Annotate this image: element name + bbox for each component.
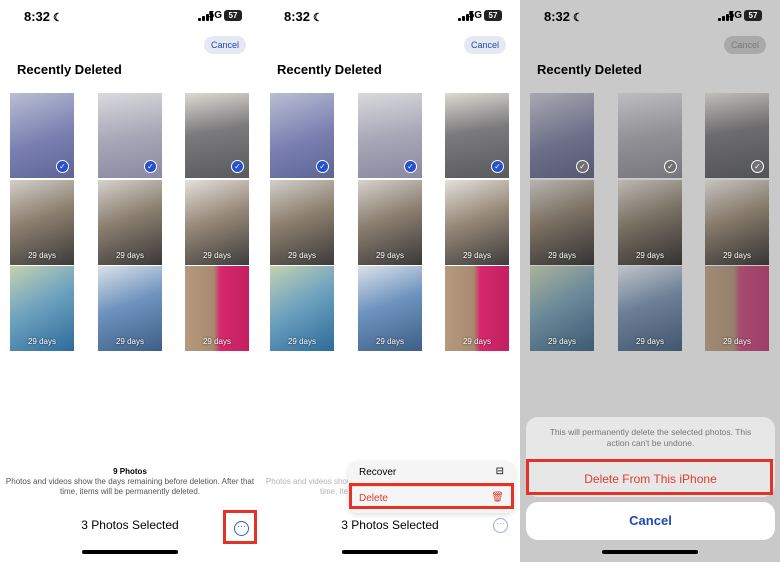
days-remaining-label: 29 days xyxy=(547,251,577,260)
selection-count: 3 Photos Selected xyxy=(81,518,179,532)
days-remaining-label: 29 days xyxy=(462,337,492,346)
checkmark-icon: ✓ xyxy=(56,160,69,173)
page-title: Recently Deleted xyxy=(277,62,382,77)
photo-thumbnail[interactable]: 29 days xyxy=(618,180,682,265)
moon-icon: ☾ xyxy=(53,12,63,24)
checkmark-icon: ✓ xyxy=(491,160,504,173)
action-sheet-message: This will permanently delete the selecte… xyxy=(549,427,752,448)
photo-thumbnail[interactable]: 29 days xyxy=(445,180,509,265)
days-remaining-label: 29 days xyxy=(635,337,665,346)
panel-select-photos: 8:32 ☾ 5G 57 Cancel Recently Deleted ✓ ✓ … xyxy=(0,0,260,562)
days-remaining-label: 29 days xyxy=(202,251,232,260)
photo-thumbnail[interactable]: ✓ xyxy=(10,93,74,178)
days-remaining-label: 29 days xyxy=(115,251,145,260)
photo-thumbnail[interactable]: ✓ xyxy=(445,93,509,178)
more-options-icon[interactable]: ··· xyxy=(234,521,249,536)
checkmark-icon: ✓ xyxy=(316,160,329,173)
days-remaining-label: 29 days xyxy=(462,251,492,260)
photo-thumbnail[interactable]: ✓ xyxy=(530,93,594,178)
moon-icon: ☾ xyxy=(573,12,583,24)
checkmark-icon: ✓ xyxy=(404,160,417,173)
status-bar: 8:32 ☾ 5G 57 xyxy=(0,0,260,34)
home-indicator xyxy=(602,550,698,554)
photo-thumbnail[interactable]: ✓ xyxy=(185,93,249,178)
photo-thumbnail[interactable]: 29 days xyxy=(530,180,594,265)
photo-thumbnail[interactable]: 29 days xyxy=(358,180,422,265)
deleted-info: 9 Photos Photos and videos show the days… xyxy=(0,467,260,497)
days-remaining-label: 29 days xyxy=(375,251,405,260)
battery-icon: 57 xyxy=(224,10,242,21)
days-remaining-label: 29 days xyxy=(547,337,577,346)
action-sheet-cancel-button[interactable]: Cancel xyxy=(526,502,775,540)
status-bar: 8:32 ☾ 5G 57 xyxy=(520,0,780,34)
delete-highlight xyxy=(349,483,514,509)
panel-confirm-delete: 8:32 ☾ 5G 57 Cancel Recently Deleted ✓ ✓ … xyxy=(520,0,780,562)
selection-count: 3 Photos Selected xyxy=(341,518,439,532)
days-remaining-label: 29 days xyxy=(27,251,57,260)
photo-count: 9 Photos xyxy=(113,467,147,476)
photo-thumbnail[interactable]: 29 days xyxy=(530,266,594,351)
battery-icon: 57 xyxy=(744,10,762,21)
photo-thumbnail[interactable]: ✓ xyxy=(98,93,162,178)
checkmark-icon: ✓ xyxy=(231,160,244,173)
photo-thumbnail[interactable]: ✓ xyxy=(270,93,334,178)
page-title: Recently Deleted xyxy=(17,62,122,77)
more-button-highlight: ··· xyxy=(223,510,257,544)
days-remaining-label: 29 days xyxy=(27,337,57,346)
photo-thumbnail[interactable]: ✓ xyxy=(705,93,769,178)
days-remaining-label: 29 days xyxy=(635,251,665,260)
menu-item-label: Recover xyxy=(359,467,397,478)
more-options-icon[interactable]: ··· xyxy=(493,518,508,533)
photo-thumbnail[interactable]: 29 days xyxy=(705,266,769,351)
checkmark-icon: ✓ xyxy=(576,160,589,173)
photo-thumbnail[interactable]: 29 days xyxy=(270,180,334,265)
cancel-button[interactable]: Cancel xyxy=(724,36,766,54)
page-title: Recently Deleted xyxy=(537,62,642,77)
photo-thumbnail[interactable]: 29 days xyxy=(10,266,74,351)
photo-thumbnail[interactable]: 29 days xyxy=(705,180,769,265)
cancel-button[interactable]: Cancel xyxy=(204,36,246,54)
days-remaining-label: 29 days xyxy=(287,251,317,260)
photo-thumbnail[interactable]: ✓ xyxy=(618,93,682,178)
checkmark-icon: ✓ xyxy=(751,160,764,173)
photo-thumbnail[interactable]: ✓ xyxy=(358,93,422,178)
home-indicator xyxy=(82,550,178,554)
photo-thumbnail[interactable]: 29 days xyxy=(358,266,422,351)
photo-thumbnail[interactable]: 29 days xyxy=(270,266,334,351)
checkmark-icon: ✓ xyxy=(664,160,677,173)
panel-more-menu: 8:32 ☾ 5G 57 Cancel Recently Deleted ✓ ✓ … xyxy=(260,0,520,562)
days-remaining-label: 29 days xyxy=(287,337,317,346)
network-label: 5G xyxy=(468,10,482,21)
photo-thumbnail[interactable]: 29 days xyxy=(98,180,162,265)
photo-thumbnail[interactable]: 29 days xyxy=(445,266,509,351)
home-indicator xyxy=(342,550,438,554)
photo-thumbnail[interactable]: 29 days xyxy=(185,180,249,265)
days-remaining-label: 29 days xyxy=(202,337,232,346)
photo-thumbnail[interactable]: 29 days xyxy=(98,266,162,351)
status-time: 8:32 ☾ xyxy=(284,9,323,24)
battery-icon: 57 xyxy=(484,10,502,21)
photo-thumbnail[interactable]: 29 days xyxy=(10,180,74,265)
photo-thumbnail[interactable]: 29 days xyxy=(185,266,249,351)
screenshot-composite: 8:32 ☾ 5G 57 Cancel Recently Deleted ✓ ✓ … xyxy=(0,0,780,562)
network-label: 5G xyxy=(728,10,742,21)
checkmark-icon: ✓ xyxy=(144,160,157,173)
deletion-note: Photos and videos show the days remainin… xyxy=(5,477,255,496)
recover-box-icon: ⊟ xyxy=(495,466,504,477)
moon-icon: ☾ xyxy=(313,12,323,24)
photo-thumbnail[interactable]: 29 days xyxy=(618,266,682,351)
cancel-button[interactable]: Cancel xyxy=(464,36,506,54)
days-remaining-label: 29 days xyxy=(115,337,145,346)
days-remaining-label: 29 days xyxy=(375,337,405,346)
days-remaining-label: 29 days xyxy=(722,337,752,346)
status-time: 8:32 ☾ xyxy=(544,9,583,24)
status-bar: 8:32 ☾ 5G 57 xyxy=(260,0,520,34)
days-remaining-label: 29 days xyxy=(722,251,752,260)
delete-highlight xyxy=(526,459,773,495)
status-time: 8:32 ☾ xyxy=(24,9,63,24)
network-label: 5G xyxy=(208,10,222,21)
menu-item-recover[interactable]: Recover ⊟ xyxy=(348,461,515,485)
